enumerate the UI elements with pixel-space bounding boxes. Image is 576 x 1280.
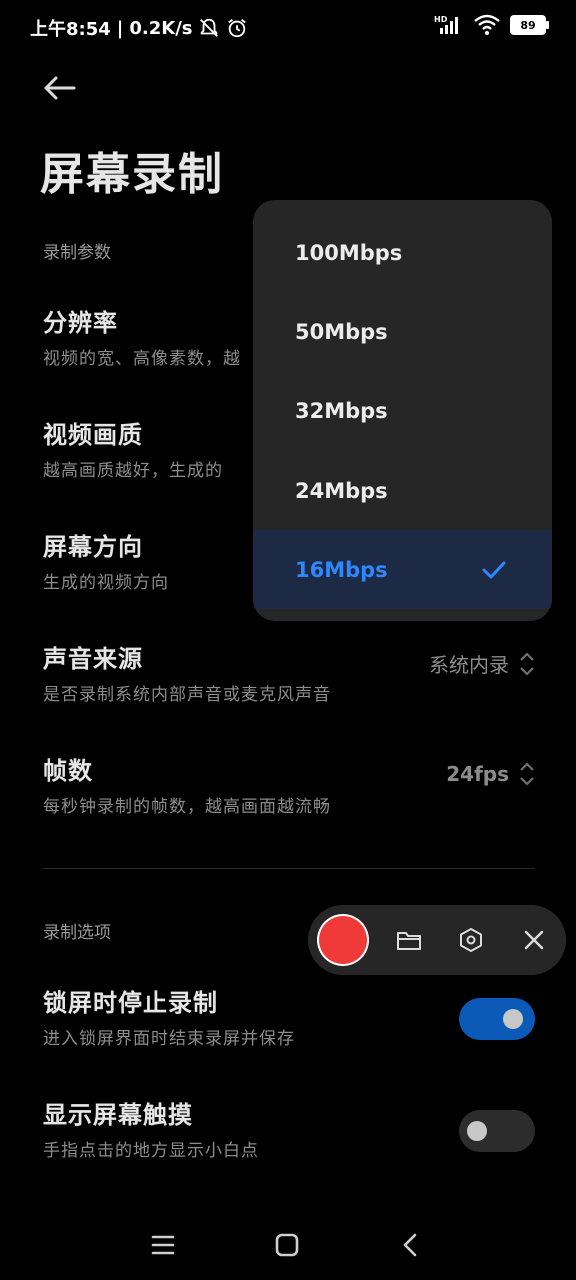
alarm-icon	[228, 19, 247, 38]
option-show-touches[interactable]: 显示屏幕触摸 手指点击的地方显示小白点	[43, 1095, 535, 1175]
setting-frame-rate[interactable]: 帧数 每秒钟录制的帧数，越高画面越流畅 24fps	[43, 751, 535, 831]
status-separator: |	[116, 17, 124, 39]
dropdown-option-100mbps[interactable]: 100Mbps	[253, 213, 552, 292]
back-icon[interactable]	[398, 1232, 424, 1258]
status-right: HD 89	[434, 14, 549, 36]
toggle-knob	[467, 1121, 487, 1141]
folder-icon[interactable]	[395, 926, 423, 954]
section-header-params: 录制参数	[43, 243, 111, 263]
dropdown-option-50mbps[interactable]: 50Mbps	[253, 292, 552, 371]
signal-icon: HD	[434, 15, 458, 34]
option-label: 32Mbps	[295, 398, 388, 423]
divider	[43, 868, 535, 869]
system-nav-bar	[0, 1210, 576, 1280]
network-speed: 0.2K/s	[129, 17, 193, 39]
page-title: 屏幕录制	[40, 149, 224, 200]
option-label: 50Mbps	[295, 319, 388, 344]
signal-label: HD	[434, 15, 448, 24]
dropdown-option-24mbps[interactable]: 24Mbps	[253, 451, 552, 530]
settings-hexagon-icon[interactable]	[457, 926, 485, 954]
option-label: 24Mbps	[295, 478, 388, 503]
status-left: 上午8:54 | 0.2K/s	[30, 15, 248, 41]
toggle-knob	[503, 1009, 523, 1029]
audio-source-value: 系统内录	[429, 653, 509, 677]
dropdown-option-32mbps[interactable]: 32Mbps	[253, 371, 552, 450]
home-icon[interactable]	[274, 1232, 300, 1258]
show-touches-toggle[interactable]	[459, 1110, 535, 1152]
record-button[interactable]	[319, 916, 367, 964]
battery-icon: 89	[510, 15, 549, 35]
status-bar: 上午8:54 | 0.2K/s HD 89	[0, 0, 576, 56]
bitrate-dropdown: 100Mbps 50Mbps 32Mbps 24Mbps 16Mbps	[253, 200, 552, 621]
setting-subtitle: 每秒钟录制的帧数，越高画面越流畅	[43, 797, 331, 817]
floating-record-toolbar	[308, 905, 566, 975]
dropdown-option-16mbps[interactable]: 16Mbps	[253, 530, 552, 609]
wifi-icon	[474, 14, 500, 35]
up-down-chevron-icon	[520, 762, 534, 786]
option-label: 100Mbps	[295, 240, 403, 265]
setting-value[interactable]: 系统内录	[429, 649, 535, 678]
close-icon[interactable]	[520, 926, 548, 954]
stop-on-lock-toggle[interactable]	[459, 998, 535, 1040]
back-arrow-icon[interactable]	[40, 68, 80, 108]
status-time: 上午8:54	[30, 19, 111, 40]
menu-icon[interactable]	[150, 1232, 176, 1258]
checkmark-icon	[482, 561, 506, 579]
setting-audio-source[interactable]: 声音来源 是否录制系统内部声音或麦克风声音 系统内录	[43, 639, 535, 719]
option-stop-on-lock[interactable]: 锁屏时停止录制 进入锁屏界面时结束录屏并保存	[43, 983, 535, 1063]
up-down-chevron-icon	[520, 651, 534, 676]
setting-value[interactable]: 24fps	[446, 761, 535, 787]
frame-rate-value: 24fps	[446, 762, 509, 786]
setting-subtitle: 是否录制系统内部声音或麦克风声音	[43, 685, 331, 705]
option-label: 16Mbps	[295, 557, 388, 582]
section-header-options: 录制选项	[43, 923, 111, 943]
mute-icon	[200, 18, 219, 37]
